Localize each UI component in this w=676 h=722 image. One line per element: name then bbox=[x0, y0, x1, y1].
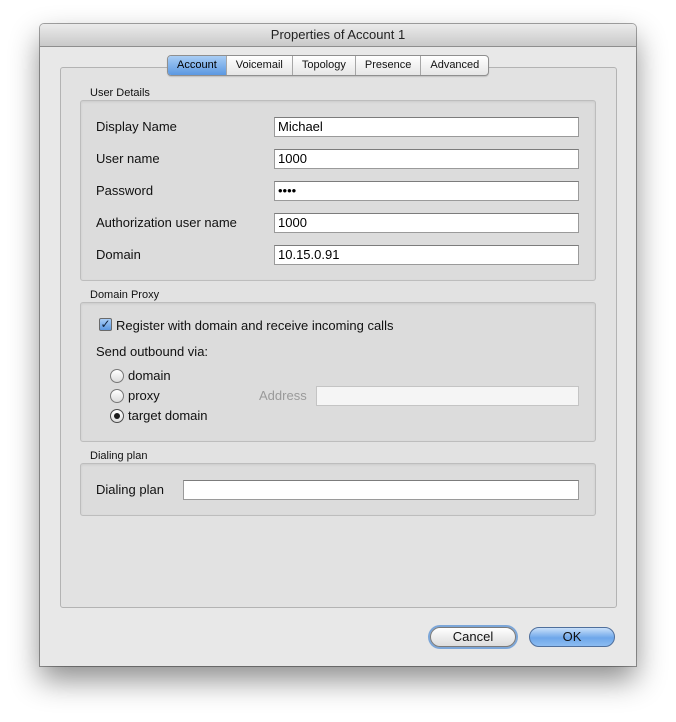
register-checkbox[interactable]: ✓ bbox=[99, 318, 112, 331]
radio-domain[interactable] bbox=[110, 369, 124, 383]
radio-proxy-label: proxy bbox=[128, 388, 160, 403]
password-label: Password bbox=[96, 183, 154, 198]
user-details-heading: User Details bbox=[90, 87, 150, 99]
domain-input[interactable]: 10.15.0.91 bbox=[274, 245, 579, 265]
tab-topology[interactable]: Topology bbox=[293, 56, 356, 75]
tab-presence[interactable]: Presence bbox=[356, 56, 422, 75]
properties-dialog: Properties of Account 1 Account Voicemai… bbox=[40, 24, 636, 666]
password-input[interactable]: •••• bbox=[274, 181, 579, 201]
address-input[interactable] bbox=[316, 386, 579, 406]
tab-bar: Account Voicemail Topology Presence Adva… bbox=[167, 55, 490, 76]
radio-domain-label: domain bbox=[128, 368, 171, 383]
user-name-input[interactable]: 1000 bbox=[274, 149, 579, 169]
register-checkbox-label: Register with domain and receive incomin… bbox=[116, 318, 394, 333]
address-label: Address bbox=[259, 388, 307, 403]
dialing-plan-heading: Dialing plan bbox=[90, 450, 148, 462]
radio-target-domain[interactable] bbox=[110, 409, 124, 423]
ok-button[interactable]: OK bbox=[529, 627, 615, 647]
dialing-plan-label: Dialing plan bbox=[96, 482, 164, 497]
domain-label: Domain bbox=[96, 247, 141, 262]
dialing-plan-input[interactable] bbox=[183, 480, 579, 500]
window-title: Properties of Account 1 bbox=[40, 24, 636, 47]
user-name-label: User name bbox=[96, 151, 160, 166]
domain-proxy-heading: Domain Proxy bbox=[90, 289, 160, 301]
send-outbound-label: Send outbound via: bbox=[96, 344, 209, 359]
radio-proxy[interactable] bbox=[110, 389, 124, 403]
radio-target-domain-label: target domain bbox=[128, 408, 208, 423]
auth-user-name-input[interactable]: 1000 bbox=[274, 213, 579, 233]
tab-advanced[interactable]: Advanced bbox=[421, 56, 488, 75]
tab-voicemail[interactable]: Voicemail bbox=[227, 56, 293, 75]
display-name-input[interactable]: Michael bbox=[274, 117, 579, 137]
auth-user-name-label: Authorization user name bbox=[96, 215, 237, 230]
tab-account[interactable]: Account bbox=[168, 56, 227, 75]
cancel-button[interactable]: Cancel bbox=[430, 627, 516, 647]
display-name-label: Display Name bbox=[96, 119, 177, 134]
